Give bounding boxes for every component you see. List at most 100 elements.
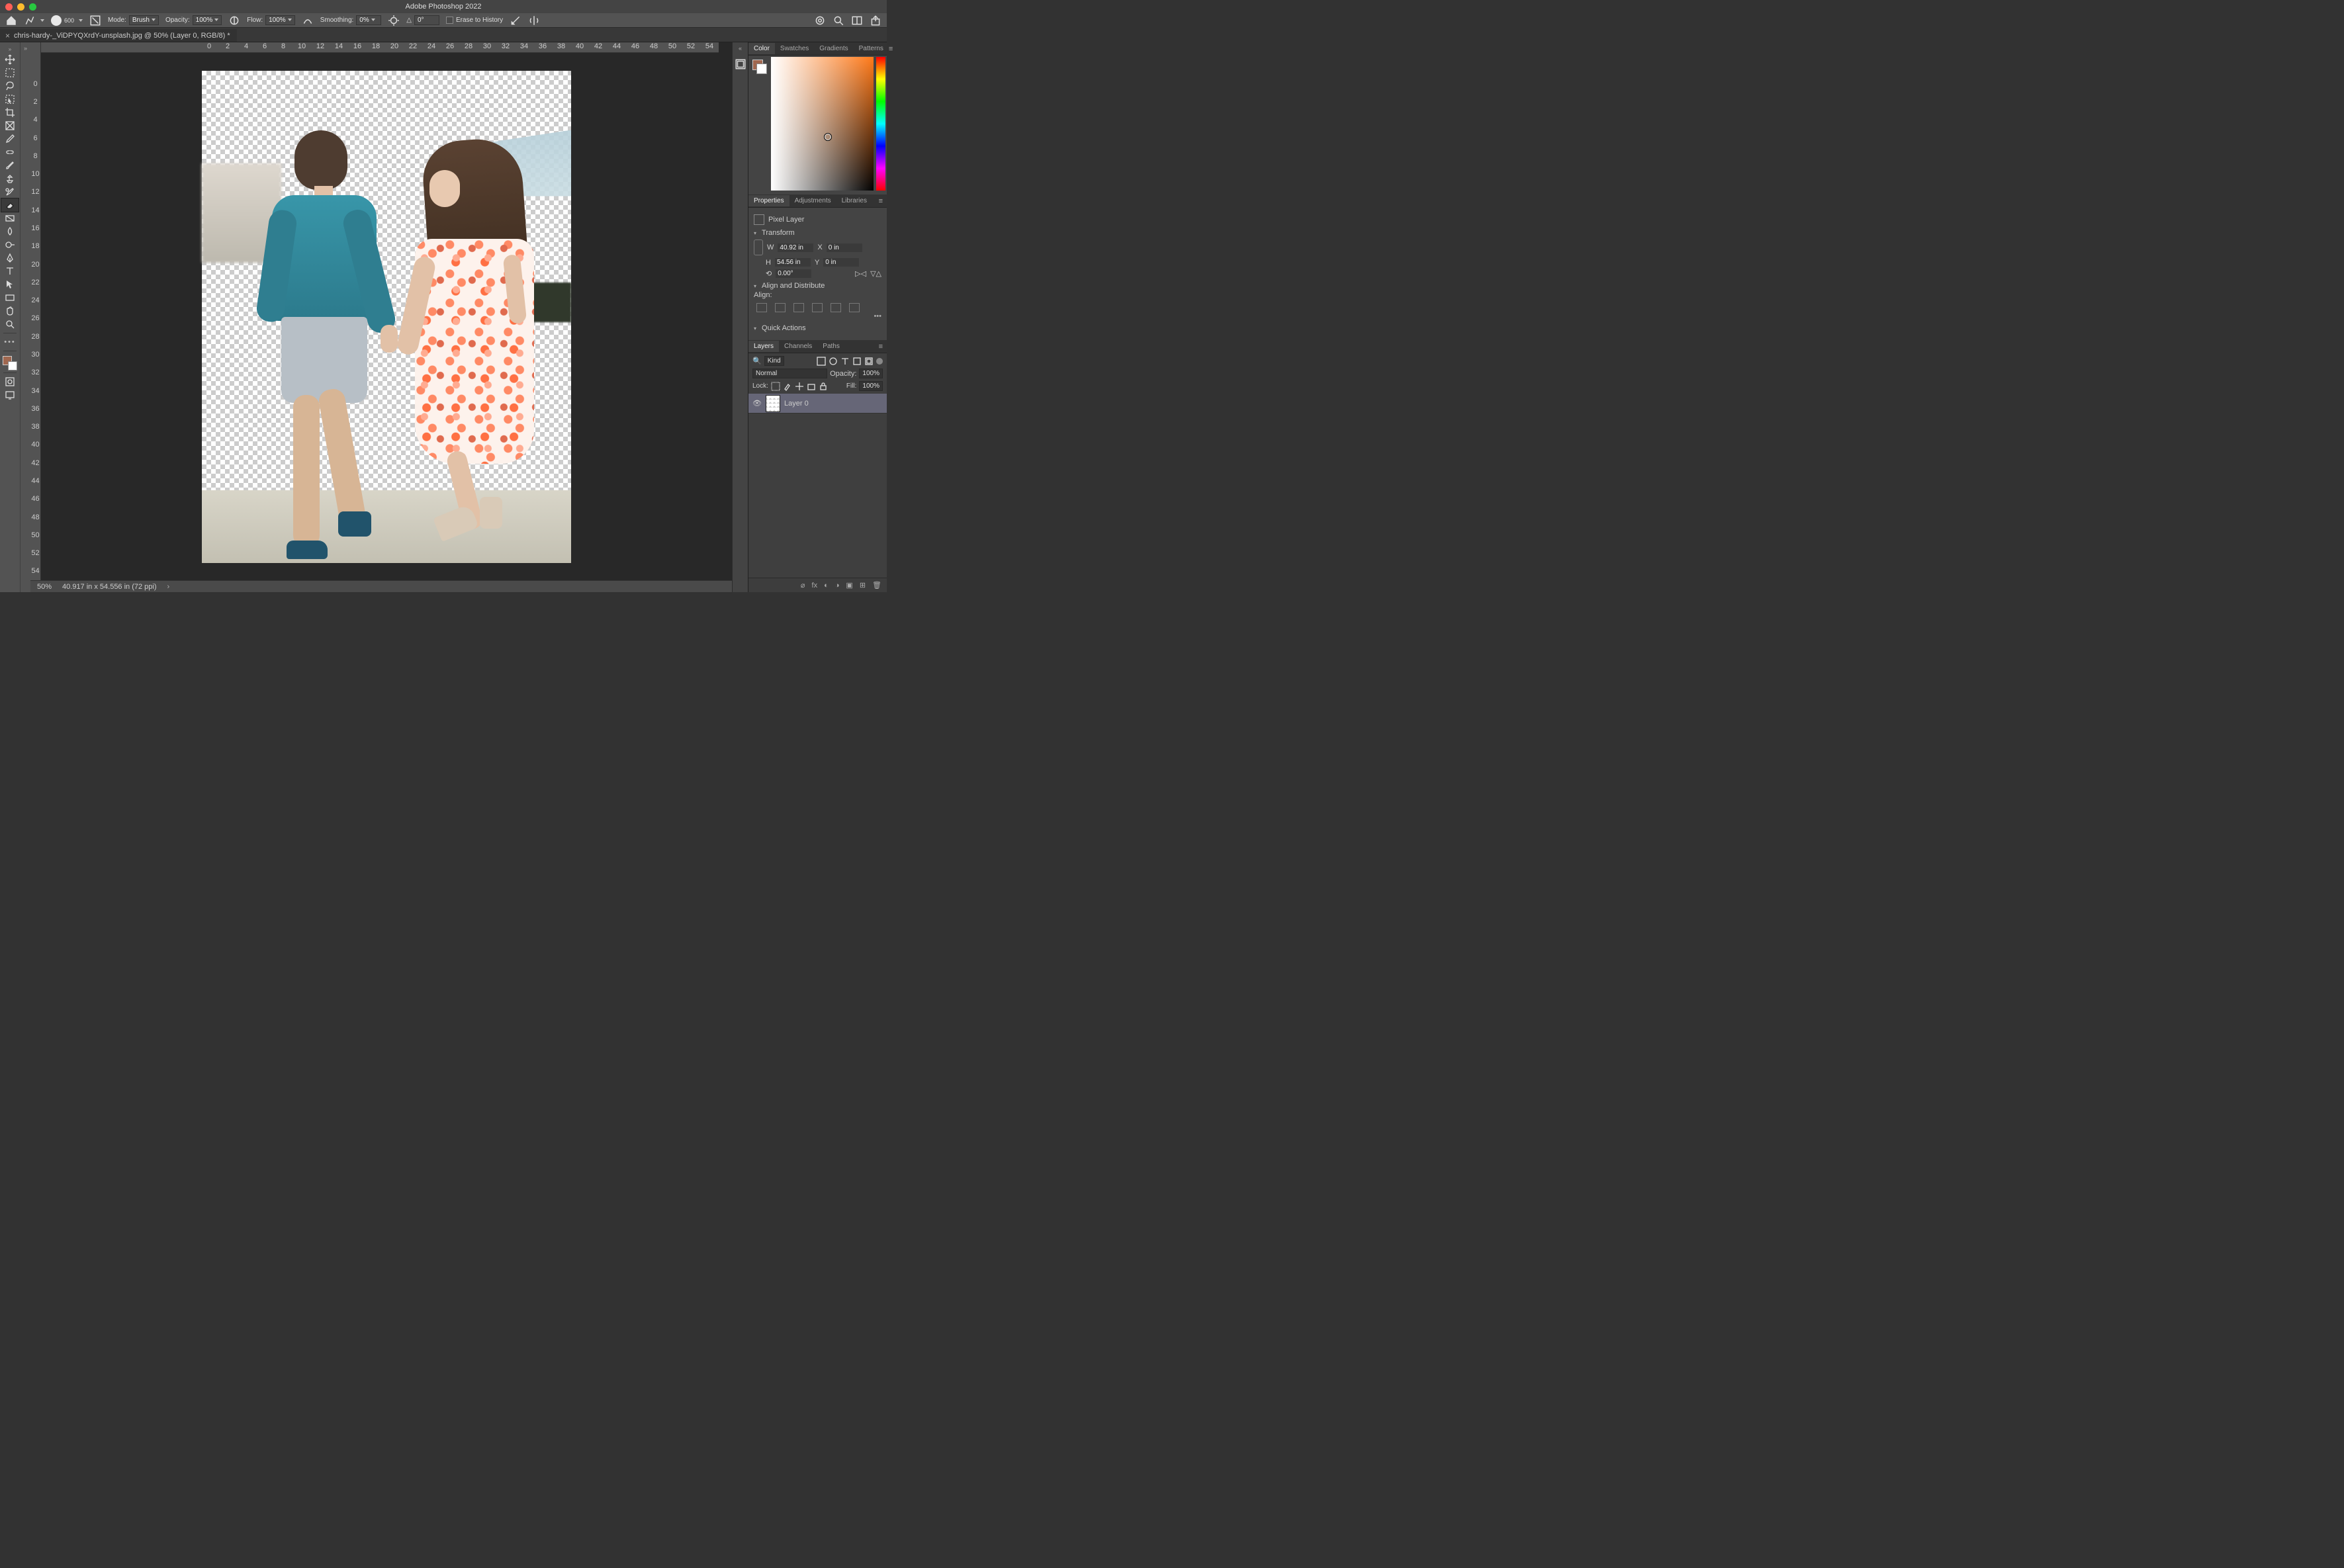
align-bottom-icon[interactable] bbox=[849, 303, 860, 312]
width-input[interactable] bbox=[778, 243, 813, 252]
object-selection-tool[interactable] bbox=[1, 93, 19, 106]
y-input[interactable] bbox=[823, 258, 859, 267]
height-input[interactable] bbox=[775, 258, 811, 267]
filter-toggle-icon[interactable] bbox=[876, 358, 883, 365]
color-panel-swatches[interactable] bbox=[752, 60, 767, 74]
flip-horizontal-icon[interactable]: ▷◁ bbox=[855, 269, 866, 278]
ruler-horizontal[interactable]: 0246810121416182022242628303234363840424… bbox=[41, 42, 719, 53]
lock-transparent-icon[interactable] bbox=[771, 382, 780, 391]
home-button[interactable] bbox=[5, 15, 17, 26]
erase-history-checkbox[interactable] bbox=[446, 17, 453, 24]
ruler-vertical[interactable]: 0246810121416182022242628303234363840424… bbox=[30, 53, 41, 580]
quick-mask-toggle[interactable] bbox=[1, 375, 19, 388]
filter-shape-icon[interactable] bbox=[852, 357, 862, 366]
tab-color[interactable]: Color bbox=[748, 43, 775, 54]
lock-nested-icon[interactable] bbox=[807, 382, 816, 391]
cloud-docs-icon[interactable] bbox=[814, 15, 826, 26]
mode-select[interactable]: Brush bbox=[129, 15, 159, 25]
crop-tool[interactable] bbox=[1, 106, 19, 119]
document-tab[interactable]: × chris-hardy-_ViDPYQXrdY-unsplash.jpg @… bbox=[0, 29, 237, 42]
gradient-tool[interactable] bbox=[1, 212, 19, 225]
align-hcenter-icon[interactable] bbox=[775, 303, 786, 312]
layer-item[interactable]: 👁 Layer 0 bbox=[748, 394, 887, 414]
path-selection-tool[interactable] bbox=[1, 278, 19, 291]
history-brush-tool[interactable] bbox=[1, 185, 19, 198]
new-layer-icon[interactable]: ⊞ bbox=[860, 581, 866, 589]
tool-preset-picker[interactable] bbox=[24, 15, 36, 26]
tab-adjustments[interactable]: Adjustments bbox=[789, 195, 836, 206]
lasso-tool[interactable] bbox=[1, 79, 19, 93]
align-right-icon[interactable] bbox=[793, 303, 804, 312]
color-swatches[interactable] bbox=[3, 356, 17, 370]
quick-actions-label[interactable]: Quick Actions bbox=[762, 324, 806, 332]
doc-info[interactable]: 40.917 in x 54.556 in (72 ppi) bbox=[62, 583, 157, 591]
window-minimize-button[interactable] bbox=[17, 3, 24, 11]
layer-fx-icon[interactable]: fx bbox=[812, 582, 818, 589]
brush-preset[interactable]: 600 bbox=[51, 15, 83, 26]
zoom-tool[interactable] bbox=[1, 318, 19, 331]
transform-section-label[interactable]: Transform bbox=[762, 229, 795, 237]
close-tab-icon[interactable]: × bbox=[5, 33, 10, 38]
canvas-stage[interactable] bbox=[41, 53, 732, 580]
link-wh-icon[interactable] bbox=[754, 240, 763, 255]
search-icon[interactable] bbox=[833, 15, 844, 26]
flip-vertical-icon[interactable]: ▽△ bbox=[870, 269, 881, 278]
brush-tool[interactable] bbox=[1, 159, 19, 172]
pen-tool[interactable] bbox=[1, 251, 19, 265]
eraser-tool[interactable] bbox=[1, 198, 19, 212]
hue-slider[interactable] bbox=[876, 57, 885, 191]
filter-kind-select[interactable]: Kind bbox=[764, 356, 784, 366]
blur-tool[interactable] bbox=[1, 225, 19, 238]
layers-panel-menu-icon[interactable]: ≡ bbox=[879, 343, 887, 351]
move-tool[interactable] bbox=[1, 53, 19, 66]
color-picker-indicator[interactable] bbox=[825, 134, 831, 140]
align-vcenter-icon[interactable] bbox=[831, 303, 841, 312]
tab-channels[interactable]: Channels bbox=[779, 341, 817, 352]
ruler-corner[interactable] bbox=[30, 42, 41, 53]
filter-adjust-icon[interactable] bbox=[829, 357, 838, 366]
screen-mode-button[interactable] bbox=[1, 388, 19, 402]
link-layers-icon[interactable]: ⌀ bbox=[801, 581, 805, 589]
pressure-opacity-toggle[interactable] bbox=[228, 15, 240, 26]
clone-stamp-tool[interactable] bbox=[1, 172, 19, 185]
marquee-tool[interactable] bbox=[1, 66, 19, 79]
tab-patterns[interactable]: Patterns bbox=[854, 43, 889, 54]
color-panel-menu-icon[interactable]: ≡ bbox=[889, 45, 897, 53]
zoom-level[interactable]: 50% bbox=[37, 583, 52, 591]
filter-pixel-icon[interactable] bbox=[817, 357, 826, 366]
lock-position-icon[interactable] bbox=[795, 382, 804, 391]
pressure-size-toggle[interactable] bbox=[510, 15, 521, 26]
layer-thumbnail[interactable] bbox=[766, 395, 780, 412]
brush-settings-button[interactable] bbox=[89, 15, 101, 26]
expand-panels-icon[interactable]: « bbox=[739, 45, 742, 52]
tab-layers[interactable]: Layers bbox=[748, 341, 779, 352]
blend-mode-select[interactable]: Normal bbox=[752, 369, 827, 378]
lock-paint-icon[interactable] bbox=[783, 382, 792, 391]
history-panel-icon[interactable] bbox=[735, 58, 746, 70]
properties-panel-menu-icon[interactable]: ≡ bbox=[879, 197, 887, 205]
rotation-input[interactable] bbox=[776, 269, 811, 278]
adjustment-layer-icon[interactable]: ◑ bbox=[835, 582, 840, 589]
tab-properties[interactable]: Properties bbox=[748, 195, 789, 206]
search-filter-icon[interactable]: 🔍 bbox=[752, 357, 762, 365]
x-input[interactable] bbox=[827, 243, 862, 252]
eyedropper-tool[interactable] bbox=[1, 132, 19, 146]
smoothing-input[interactable]: 0% bbox=[356, 15, 381, 25]
layer-name[interactable]: Layer 0 bbox=[784, 400, 809, 408]
frame-tool[interactable] bbox=[1, 119, 19, 132]
tab-libraries[interactable]: Libraries bbox=[836, 195, 872, 206]
hand-tool[interactable] bbox=[1, 304, 19, 318]
edit-toolbar-button[interactable]: ••• bbox=[1, 335, 19, 349]
align-more-icon[interactable]: ••• bbox=[754, 312, 881, 320]
status-flyout-icon[interactable]: › bbox=[167, 583, 170, 591]
dodge-tool[interactable] bbox=[1, 238, 19, 251]
filter-smart-icon[interactable] bbox=[864, 357, 874, 366]
tab-paths[interactable]: Paths bbox=[817, 341, 845, 352]
smoothing-options-button[interactable] bbox=[388, 15, 400, 26]
rectangle-tool[interactable] bbox=[1, 291, 19, 304]
flow-input[interactable]: 100% bbox=[265, 15, 295, 25]
tool-preset-dropdown[interactable] bbox=[38, 17, 44, 24]
tab-gradients[interactable]: Gradients bbox=[814, 43, 853, 54]
tab-swatches[interactable]: Swatches bbox=[775, 43, 814, 54]
filter-type-icon[interactable] bbox=[840, 357, 850, 366]
